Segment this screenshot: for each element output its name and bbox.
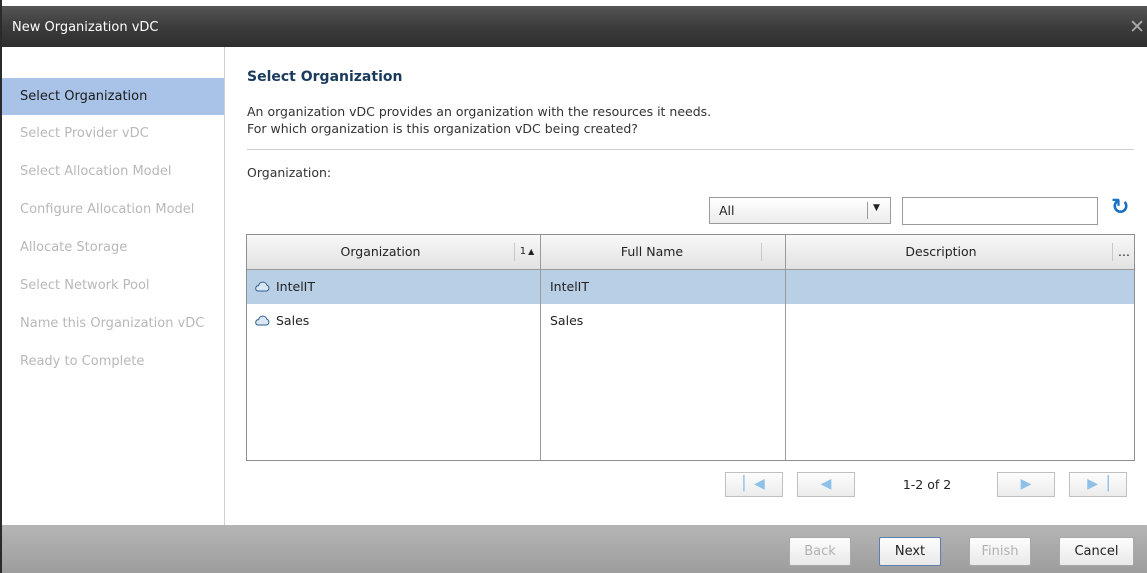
next-button[interactable]: Next <box>879 537 941 566</box>
step-select-organization[interactable]: Select Organization <box>2 78 224 115</box>
description-line-1: An organization vDC provides an organiza… <box>247 104 712 119</box>
step-select-network-pool: Select Network Pool <box>20 278 150 293</box>
finish-button[interactable]: Finish <box>969 537 1031 566</box>
cell-organization: Sales <box>276 313 310 328</box>
table-row[interactable]: IntelIT IntelIT <box>247 270 1134 304</box>
refresh-icon[interactable]: ↻ <box>1111 195 1129 220</box>
column-label-description: Description <box>905 244 977 259</box>
new-organization-vdc-dialog: New Organization vDC ✕ Select Organizati… <box>0 0 1147 573</box>
cloud-icon <box>255 281 270 292</box>
description: An organization vDC provides an organiza… <box>247 103 711 137</box>
sort-ascending-icon: ▲ <box>528 247 535 256</box>
header-divider <box>1112 243 1113 261</box>
cell-organization: IntelIT <box>276 279 315 294</box>
divider <box>247 149 1134 150</box>
chevron-down-icon[interactable]: ▼ <box>873 203 880 213</box>
cloud-icon <box>255 315 270 326</box>
title-bar: New Organization vDC ✕ <box>2 6 1147 47</box>
pagination-info: 1-2 of 2 <box>902 477 952 492</box>
sort-indicator[interactable]: 1 ▲ <box>515 235 539 269</box>
page-title: Select Organization <box>247 69 403 85</box>
column-divider <box>540 235 541 460</box>
organization-label: Organization: <box>247 165 332 180</box>
table-header: Organization 1 ▲ Full Name Description ..… <box>247 235 1134 270</box>
step-select-provider-vdc: Select Provider vDC <box>20 126 149 141</box>
column-label-organization: Organization <box>340 244 421 259</box>
cell-full-name: Sales <box>550 313 584 328</box>
description-line-2: For which organization is this organizat… <box>247 121 638 136</box>
main-content: Select Organization An organization vDC … <box>225 47 1147 525</box>
step-select-allocation-model: Select Allocation Model <box>20 164 172 179</box>
step-ready-to-complete: Ready to Complete <box>20 354 145 369</box>
filter-selected-value: All <box>719 203 735 218</box>
column-options-button[interactable]: ... <box>1114 235 1134 269</box>
step-name-organization-vdc: Name this Organization vDC <box>20 316 205 331</box>
previous-page-icon[interactable]: ◀ <box>797 472 855 497</box>
column-header-description[interactable]: Description <box>786 235 1096 269</box>
close-icon[interactable]: ✕ <box>1129 16 1145 38</box>
step-configure-allocation-model: Configure Allocation Model <box>20 202 195 217</box>
cancel-button[interactable]: Cancel <box>1059 537 1134 566</box>
next-page-icon[interactable]: ▶ <box>997 472 1055 497</box>
wizard-footer: Back Next Finish Cancel <box>2 525 1147 573</box>
first-page-icon[interactable]: ▏◀ <box>725 472 783 497</box>
window-title: New Organization vDC <box>12 20 159 35</box>
back-button[interactable]: Back <box>789 537 851 566</box>
column-header-organization[interactable]: Organization <box>247 235 514 269</box>
column-label-full-name: Full Name <box>620 244 684 259</box>
filter-dropdown[interactable]: All ▼ <box>709 197 891 224</box>
column-divider <box>785 235 786 460</box>
last-page-icon[interactable]: ▶▕ <box>1069 472 1127 497</box>
header-divider <box>761 243 762 261</box>
step-allocate-storage: Allocate Storage <box>20 240 128 255</box>
sort-order: 1 <box>519 246 527 257</box>
organization-table: Organization 1 ▲ Full Name Description ..… <box>246 234 1135 461</box>
column-header-full-name[interactable]: Full Name <box>541 235 763 269</box>
table-row[interactable]: Sales Sales <box>247 304 1134 338</box>
dropdown-separator <box>867 202 868 219</box>
cell-full-name: IntelIT <box>550 279 589 294</box>
wizard-steps-sidebar: Select Organization Select Provider vDC … <box>2 47 225 525</box>
search-input[interactable] <box>902 197 1098 225</box>
